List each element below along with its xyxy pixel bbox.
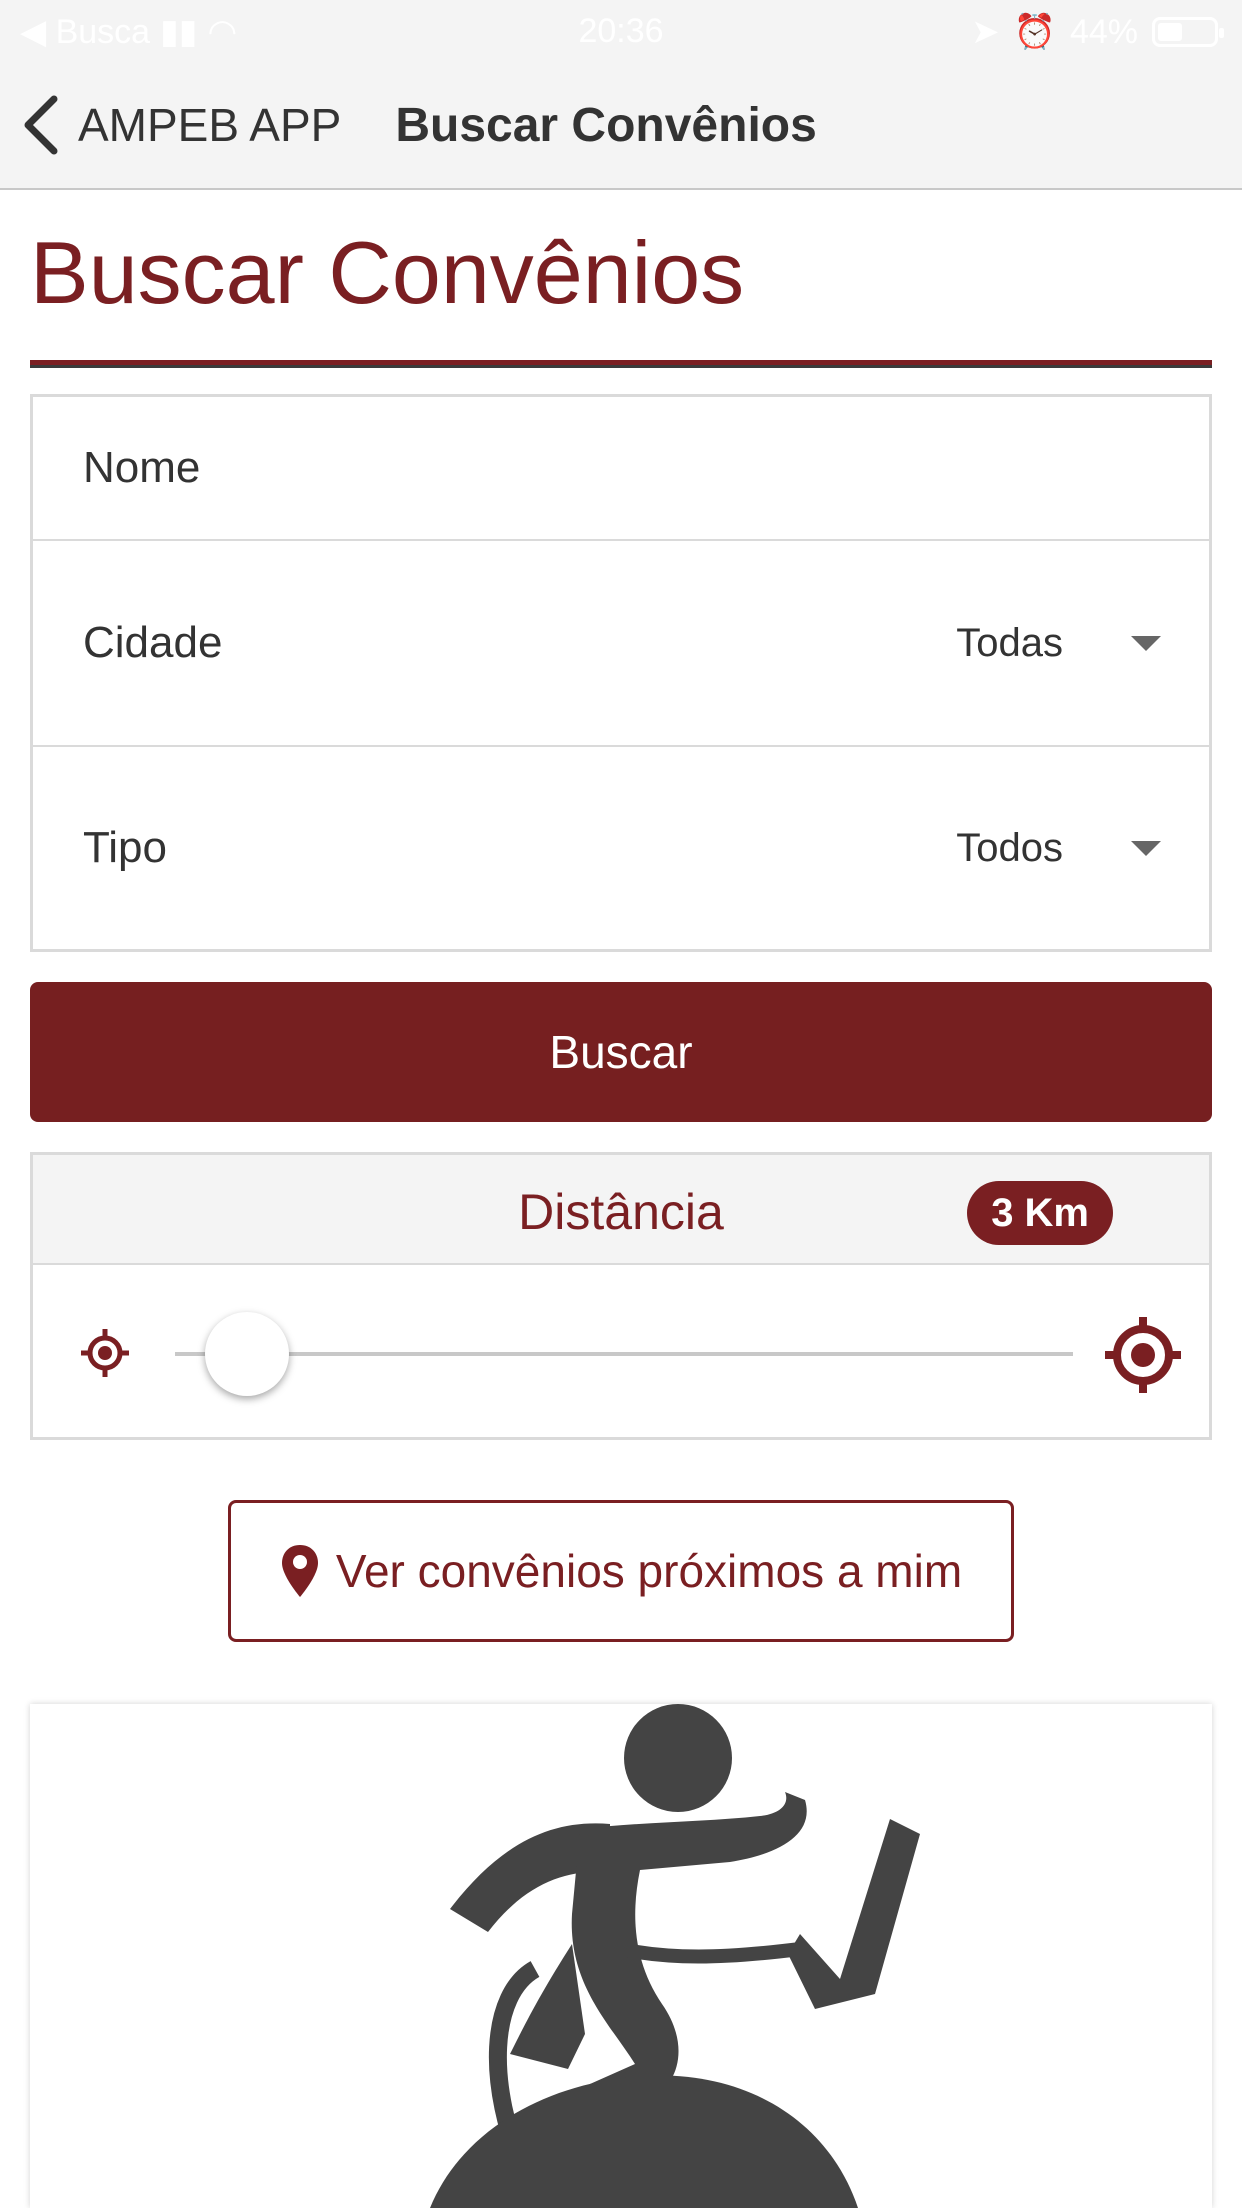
cidade-select[interactable]: Cidade Todas bbox=[33, 541, 1209, 747]
alarm-icon: ⏰ bbox=[1013, 13, 1056, 51]
caret-down-icon bbox=[1131, 840, 1161, 856]
cidade-label: Cidade bbox=[83, 618, 223, 667]
caret-down-icon bbox=[1131, 635, 1161, 651]
tipo-value: Todos bbox=[956, 825, 1063, 870]
back-label[interactable]: AMPEB APP bbox=[78, 98, 341, 152]
target-small-icon bbox=[81, 1329, 129, 1377]
tipo-select[interactable]: Tipo Todos bbox=[33, 747, 1209, 949]
distance-header: Distância 3 Km bbox=[33, 1155, 1209, 1265]
distance-slider-track[interactable] bbox=[175, 1352, 1073, 1356]
status-bar: ◀ Busca ▮▮ ◠ 20:36 ➤ ⏰ 44% bbox=[0, 0, 1242, 62]
map-pin-icon bbox=[281, 1545, 318, 1597]
exercise-bike-icon bbox=[430, 1704, 920, 2208]
battery-icon bbox=[1152, 17, 1224, 47]
target-large-icon bbox=[1105, 1317, 1181, 1393]
buscar-button[interactable]: Buscar bbox=[30, 982, 1212, 1122]
chevron-left-icon bbox=[24, 95, 58, 155]
nome-input[interactable]: Nome bbox=[33, 397, 1209, 541]
near-me-label[interactable]: Ver convênios próximos a mim bbox=[336, 1544, 962, 1598]
convenio-card[interactable] bbox=[30, 1704, 1212, 2208]
back-button[interactable]: AMPEB APP bbox=[20, 93, 341, 157]
distance-slider-handle[interactable] bbox=[205, 1312, 289, 1396]
title-divider bbox=[30, 360, 1212, 368]
nav-bar: AMPEB APP Buscar Convênios bbox=[0, 62, 1242, 190]
cidade-value: Todas bbox=[956, 620, 1063, 665]
status-right: ➤ ⏰ 44% bbox=[971, 12, 1224, 52]
search-form: Nome Cidade Todas Tipo Todos bbox=[30, 394, 1212, 952]
distance-badge: 3 Km bbox=[967, 1181, 1113, 1245]
battery-percent: 44% bbox=[1069, 12, 1138, 51]
near-me-button[interactable]: Ver convênios próximos a mim bbox=[228, 1500, 1014, 1642]
tipo-label: Tipo bbox=[83, 823, 167, 872]
location-arrow-icon: ➤ bbox=[971, 13, 1000, 51]
page-title: Buscar Convênios bbox=[30, 223, 745, 322]
nav-title: Buscar Convênios bbox=[395, 98, 817, 152]
nome-placeholder: Nome bbox=[83, 443, 201, 492]
distance-panel: Distância 3 Km bbox=[30, 1152, 1212, 1440]
